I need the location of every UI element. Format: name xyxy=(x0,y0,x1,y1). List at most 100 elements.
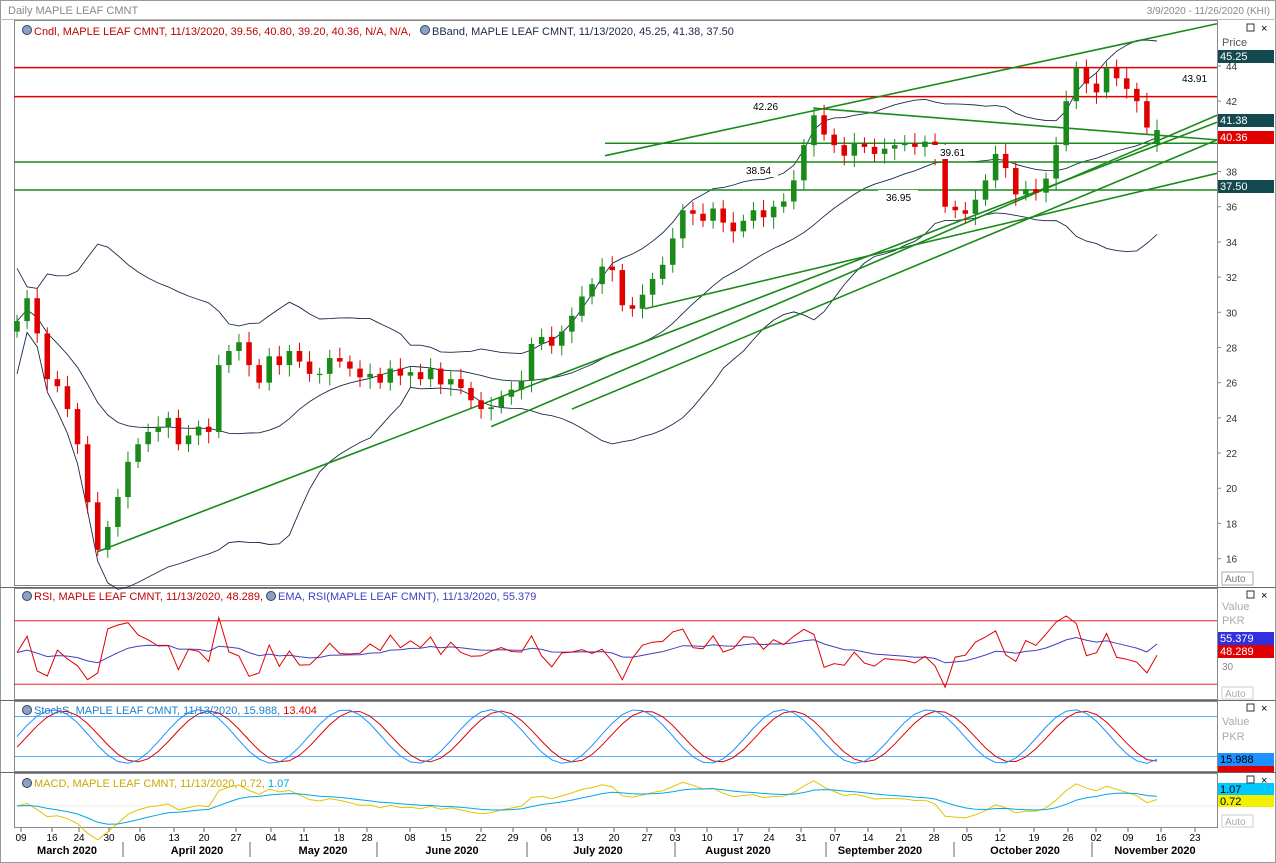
close-icon[interactable]: × xyxy=(1261,23,1267,35)
candle-body xyxy=(1134,88,1140,102)
candle-body xyxy=(649,278,656,295)
x-tick-label: 16 xyxy=(46,833,58,844)
x-tick-label: 31 xyxy=(795,833,807,844)
candle-body xyxy=(286,351,293,366)
x-tick-label: 15 xyxy=(440,833,452,844)
x-tick-label: 30 xyxy=(103,833,115,844)
legend-toggle-icon[interactable] xyxy=(22,25,32,35)
month-label: August 2020 xyxy=(705,845,770,857)
legend-toggle-icon[interactable] xyxy=(420,25,430,35)
price-auto-label: Auto xyxy=(1225,574,1246,585)
candle-body xyxy=(417,372,424,380)
candle-body xyxy=(316,373,323,376)
candle-body xyxy=(1053,145,1059,179)
candle-body xyxy=(448,379,454,385)
price-axis-title: Price xyxy=(1222,37,1247,49)
x-tick-label: 21 xyxy=(895,833,907,844)
chart-title: Daily MAPLE LEAF CMNT xyxy=(8,5,138,17)
close-icon[interactable]: × xyxy=(1261,703,1267,715)
upper-band-value: 45.25 xyxy=(1220,51,1248,63)
x-tick-label: 07 xyxy=(829,833,841,844)
close-icon[interactable]: × xyxy=(1261,775,1267,787)
rsi-level-label: 30 xyxy=(1222,662,1234,673)
y-tick-label: 44 xyxy=(1226,62,1238,73)
candle-body xyxy=(710,208,716,221)
month-label: May 2020 xyxy=(299,845,348,857)
month-label: April 2020 xyxy=(171,845,224,857)
x-tick-label: 12 xyxy=(994,833,1006,844)
x-tick-label: 04 xyxy=(265,833,277,844)
lower-band-value: 37.50 xyxy=(1220,181,1248,193)
candle-body xyxy=(145,431,151,445)
candle-body xyxy=(841,145,848,156)
x-tick-label: 14 xyxy=(862,833,874,844)
legend-toggle-icon[interactable] xyxy=(22,591,32,601)
legend-toggle-icon[interactable] xyxy=(22,778,32,788)
candle-body xyxy=(962,210,969,214)
macd-legend-name: MACD, MAPLE LEAF CMNT, 11/13/2020, xyxy=(34,778,237,790)
candle-body xyxy=(115,497,121,527)
candle-body xyxy=(367,373,373,378)
stoch-legend-name: StochS, MAPLE LEAF CMNT, 11/13/2020, xyxy=(34,705,240,717)
mid-band-value: 41.38 xyxy=(1220,115,1248,127)
candle-body xyxy=(791,180,797,202)
level-label: 38.54 xyxy=(746,166,771,177)
candle-body xyxy=(700,213,706,221)
candle-body xyxy=(205,426,212,432)
candle-body xyxy=(1103,67,1110,93)
month-label: October 2020 xyxy=(990,845,1060,857)
candle-body xyxy=(1023,189,1029,195)
candle-body xyxy=(922,141,928,147)
x-tick-label: 16 xyxy=(1155,833,1167,844)
stoch-currency: PKR xyxy=(1222,731,1245,743)
stoch-legend-d: 13.404 xyxy=(283,705,317,717)
y-tick-label: 16 xyxy=(1226,555,1238,566)
x-tick-label: 17 xyxy=(732,833,744,844)
candle-body xyxy=(1113,67,1120,79)
candle-body xyxy=(407,372,414,376)
legend-toggle-icon[interactable] xyxy=(22,705,32,715)
y-tick-label: 30 xyxy=(1226,308,1238,319)
stoch-d-tag xyxy=(1218,766,1274,772)
candle-body xyxy=(326,358,333,374)
candle-body xyxy=(54,379,61,387)
y-tick-label: 32 xyxy=(1226,273,1238,284)
candle-body xyxy=(1012,168,1019,195)
candle-body xyxy=(478,400,484,410)
ema-legend: EMA, RSI(MAPLE LEAF CMNT), 11/13/2020, 5… xyxy=(278,591,536,603)
month-label: September 2020 xyxy=(838,845,922,857)
candle-body xyxy=(760,210,767,218)
candle-body xyxy=(246,342,252,366)
close-icon[interactable]: × xyxy=(1261,590,1267,602)
candle-body xyxy=(1073,67,1080,102)
x-tick-label: 13 xyxy=(168,833,180,844)
candle-body xyxy=(226,351,232,366)
y-tick-label: 22 xyxy=(1226,449,1238,460)
candle-body xyxy=(94,502,101,550)
candle-body xyxy=(801,145,807,181)
candle-body xyxy=(629,305,636,309)
legend-toggle-icon[interactable] xyxy=(266,591,276,601)
candle-body xyxy=(458,379,464,388)
candle-body xyxy=(548,336,555,346)
signal-tag-value: 1.07 xyxy=(1220,784,1241,796)
candle-body xyxy=(952,206,959,211)
candle-body xyxy=(780,201,787,207)
candle-body xyxy=(569,315,575,332)
candle-body xyxy=(1083,67,1090,84)
candle-body xyxy=(155,426,162,432)
date-range: 3/9/2020 - 11/26/2020 (KHI) xyxy=(1147,6,1270,17)
candle-body xyxy=(528,343,535,381)
candle-body xyxy=(1154,130,1160,145)
ema-tag-value: 55.379 xyxy=(1220,633,1254,645)
level-label: 43.91 xyxy=(1182,74,1207,85)
x-tick-label: 09 xyxy=(1122,833,1134,844)
candle-body xyxy=(861,143,868,147)
candle-body xyxy=(347,361,353,369)
candle-body xyxy=(105,526,111,550)
candle-body xyxy=(821,115,827,135)
candle-body xyxy=(599,266,605,285)
y-tick-label: 28 xyxy=(1226,343,1238,354)
candle-body xyxy=(1093,83,1100,93)
macd-legend-macd: 0.72, xyxy=(240,778,264,790)
